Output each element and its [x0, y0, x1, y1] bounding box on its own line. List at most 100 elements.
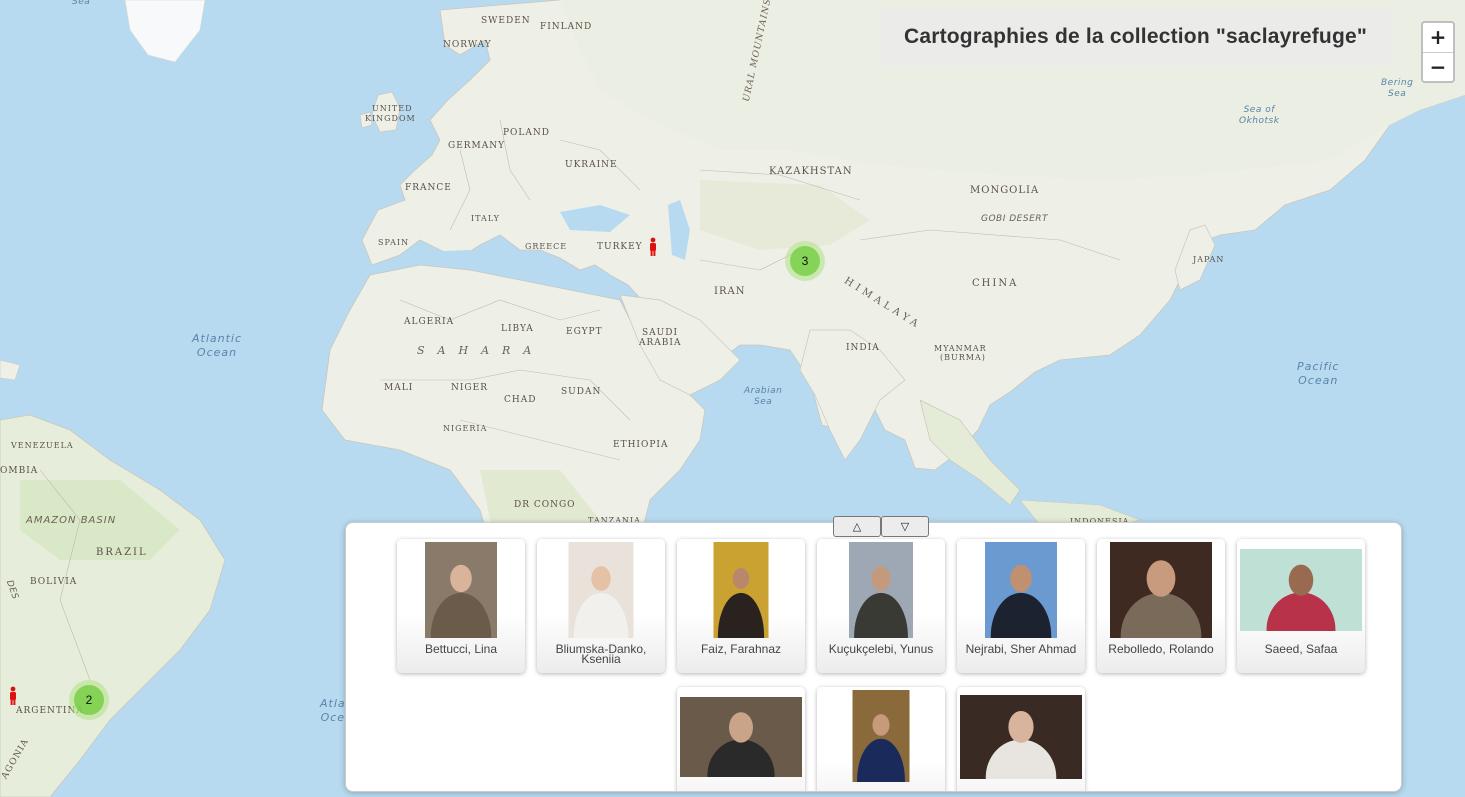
person-card[interactable]: Bliumska-Danko, Kseniia — [537, 539, 665, 673]
cluster-marker-south-america[interactable]: 2 — [69, 680, 109, 720]
label-mali: MALI — [384, 383, 414, 393]
person-photo — [1240, 549, 1362, 631]
label-ethiopia: ETHIOPIA — [613, 440, 669, 450]
label-niger: NIGER — [451, 383, 488, 393]
people-panel: Bettucci, Lina Bliumska-Danko, Kseniia F… — [345, 522, 1402, 792]
person-name: Bettucci, Lina — [424, 642, 498, 656]
panel-down-button[interactable]: ▽ — [881, 516, 929, 537]
person-name: Kuçukçelebi, Yunus — [828, 642, 934, 656]
label-france: FRANCE — [405, 183, 452, 193]
person-card[interactable] — [957, 687, 1085, 791]
label-india: INDIA — [846, 343, 880, 353]
person-photo — [960, 695, 1082, 779]
label-poland: POLAND — [503, 128, 551, 138]
label-libya: LIBYA — [501, 324, 534, 334]
person-card[interactable] — [677, 687, 805, 791]
label-algeria: ALGERIA — [404, 317, 455, 327]
label-arabian-sea: Arabian Sea — [744, 386, 782, 408]
person-photo — [713, 542, 769, 638]
label-colombia: OMBIA — [0, 466, 39, 476]
person-card[interactable]: Saeed, Safaa — [1237, 539, 1365, 673]
person-card[interactable]: Faiz, Farahnaz — [677, 539, 805, 673]
people-grid: Bettucci, Lina Bliumska-Danko, Kseniia F… — [391, 539, 1371, 791]
label-saudi: SAUDI — [642, 328, 679, 338]
person-card[interactable] — [817, 687, 945, 791]
label-finland: FINLAND — [540, 22, 593, 32]
label-germany: GERMANY — [448, 141, 506, 151]
label-iran: IRAN — [714, 286, 746, 297]
label-sea-of-okhotsk-line-1: Sea of — [1243, 105, 1275, 115]
label-gobi-desert: GOBI DESERT — [981, 214, 1049, 224]
label-atlantic-south-line-1: Atla — [320, 697, 346, 710]
map-title-box: Cartographies de la collection "saclayre… — [880, 8, 1391, 66]
label-ukraine: UKRAINE — [565, 160, 618, 170]
label-sahara: SAHARA — [417, 344, 545, 357]
label-united: UNITED — [372, 104, 413, 113]
label-arabian-sea-line-1: Arabian — [744, 386, 783, 396]
label-atlantic-ocean-line-2: Ocean — [196, 346, 238, 359]
panel-toggle: △ ▽ — [833, 516, 929, 537]
person-card[interactable]: Nejrabi, Sher Ahmad — [957, 539, 1085, 673]
person-photo — [1110, 542, 1212, 638]
label-bering-sea-line-2: Sea — [1388, 89, 1407, 99]
person-pin-icon[interactable] — [8, 686, 18, 706]
person-card[interactable]: Bettucci, Lina — [397, 539, 525, 673]
label-spain: SPAIN — [378, 238, 410, 247]
person-photo — [985, 542, 1057, 638]
label-burma: (BURMA) — [940, 353, 986, 362]
label-arabia: ARABIA — [639, 338, 682, 348]
label-pacific-ocean: Pacific Ocean — [1297, 360, 1339, 388]
label-sea-of-okhotsk: Sea of Okhotsk — [1239, 105, 1279, 127]
zoom-control: + − — [1421, 21, 1455, 83]
label-atlantic-south: Atla Oce — [320, 697, 346, 725]
label-bolivia: BOLIVIA — [30, 577, 78, 587]
label-norway: NORWAY — [443, 40, 492, 50]
zoom-out-button[interactable]: − — [1423, 52, 1453, 81]
label-greece: GREECE — [525, 242, 568, 251]
cluster-count: 3 — [790, 246, 820, 276]
label-sea-top: Sea — [72, 0, 91, 7]
person-photo — [425, 542, 497, 638]
label-china: CHINA — [972, 278, 1019, 289]
label-kazakhstan: KAZAKHSTAN — [769, 166, 853, 177]
person-photo — [849, 542, 913, 638]
person-photo — [680, 697, 802, 777]
label-bering-sea: Bering Sea — [1381, 78, 1413, 100]
person-pin-icon[interactable] — [648, 237, 658, 257]
label-nigeria: NIGERIA — [443, 424, 488, 433]
label-amazon-basin: AMAZON BASIN — [26, 515, 117, 526]
label-sea-of-okhotsk-line-2: Okhotsk — [1239, 116, 1280, 126]
label-atlantic-south-line-2: Oce — [320, 711, 346, 724]
panel-up-button[interactable]: △ — [833, 516, 881, 537]
label-pacific-ocean-line-1: Pacific — [1297, 360, 1340, 373]
label-brazil: BRAZIL — [96, 547, 148, 558]
cluster-count: 2 — [74, 685, 104, 715]
person-name: Bliumska-Danko, Kseniia — [555, 642, 647, 666]
label-japan: JAPAN — [1193, 255, 1225, 264]
person-card[interactable]: Kuçukçelebi, Yunus — [817, 539, 945, 673]
person-photo — [568, 542, 634, 638]
label-mongolia: MONGOLIA — [970, 185, 1040, 196]
label-bering-sea-line-1: Bering — [1381, 78, 1414, 88]
person-name: Rebolledo, Rolando — [1108, 642, 1214, 656]
page-title: Cartographies de la collection "saclayre… — [903, 25, 1368, 48]
label-turkey: TURKEY — [597, 242, 643, 252]
person-photo — [852, 690, 910, 782]
person-name: Saeed, Safaa — [1264, 642, 1338, 656]
person-card[interactable]: Rebolledo, Rolando — [1097, 539, 1225, 673]
label-chad: CHAD — [504, 395, 537, 405]
label-kingdom: KINGDOM — [365, 114, 416, 123]
person-name: Nejrabi, Sher Ahmad — [965, 642, 1077, 656]
zoom-in-button[interactable]: + — [1423, 23, 1453, 52]
label-venezuela: VENEZUELA — [11, 441, 74, 450]
label-dr-congo: DR CONGO — [514, 500, 576, 510]
label-atlantic-ocean-line-1: Atlantic — [192, 332, 243, 345]
cluster-marker-asia[interactable]: 3 — [785, 241, 825, 281]
label-sudan: SUDAN — [561, 387, 602, 397]
label-egypt: EGYPT — [566, 327, 603, 337]
label-sweden: SWEDEN — [481, 16, 531, 26]
label-arabian-sea-line-2: Sea — [754, 397, 773, 407]
label-italy: ITALY — [471, 214, 500, 223]
person-name: Faiz, Farahnaz — [700, 642, 782, 656]
label-atlantic-ocean: Atlantic Ocean — [192, 332, 242, 360]
